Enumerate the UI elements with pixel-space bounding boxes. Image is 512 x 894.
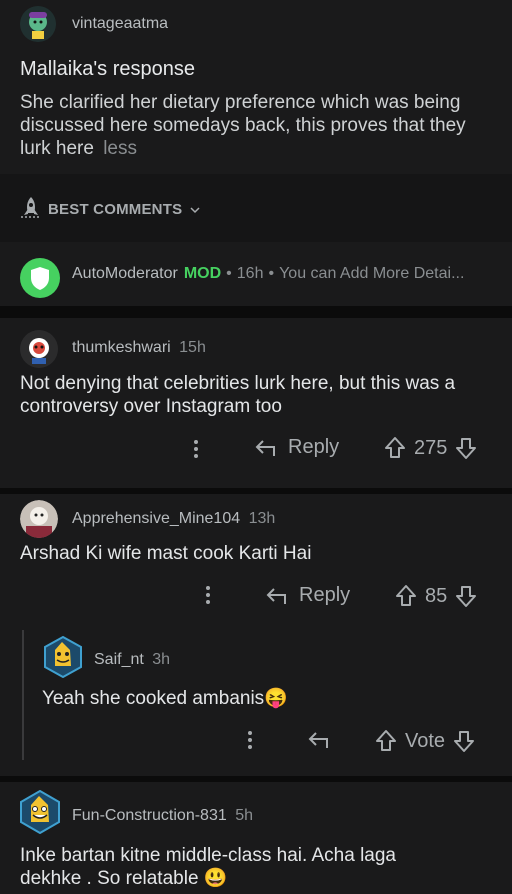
downvote-icon[interactable]: [455, 436, 477, 460]
comment-text-line: Not denying that celebrities lurk here, …: [20, 373, 456, 394]
reply-button[interactable]: Reply: [254, 436, 339, 459]
comment-time: 5h: [235, 807, 253, 824]
comment-author: Fun-Construction-831 5h: [72, 807, 253, 825]
reply-icon: [254, 437, 278, 459]
reply-label: Reply: [299, 584, 351, 606]
post-author-name[interactable]: vintageaatma: [72, 15, 168, 33]
more-options-icon[interactable]: [202, 584, 214, 611]
post-body: She clarified her dietary preference whi…: [20, 91, 500, 160]
comment-text: Not denying that celebrities lurk here, …: [20, 372, 500, 418]
thread-line: [22, 630, 24, 760]
comment-time: 13h: [248, 510, 276, 527]
comment-avatar[interactable]: [18, 790, 62, 834]
mod-badge: MOD: [183, 265, 222, 282]
post-title: Mallaika's response: [20, 58, 196, 80]
comment-author-name[interactable]: Apprehensive_Mine104: [72, 510, 240, 527]
reply-icon: [265, 585, 289, 607]
shield-icon: [31, 267, 49, 290]
automod-comment[interactable]: AutoModerator MOD • 16h • You can Add Mo…: [0, 242, 512, 306]
reply-button[interactable]: Reply: [265, 584, 350, 607]
sort-label: BEST COMMENTS: [48, 201, 183, 218]
chevron-down-icon: [190, 201, 200, 219]
more-options-icon[interactable]: [244, 729, 256, 756]
reply-author-name[interactable]: Saif_nt: [94, 651, 144, 668]
upvote-icon[interactable]: [395, 584, 417, 608]
automod-name[interactable]: AutoModerator: [72, 265, 178, 283]
comment-text: Arshad Ki wife mast cook Karti Hai: [20, 543, 312, 564]
comment-author: thumkeshwari 15h: [72, 339, 206, 357]
comment-time: 15h: [179, 339, 206, 356]
reply-button[interactable]: [307, 729, 331, 751]
comment-text: Inke bartan kitne middle-class hai. Acha…: [20, 844, 500, 890]
upvote-icon[interactable]: [384, 436, 406, 460]
comment-author: Apprehensive_Mine104 13h: [72, 510, 275, 528]
post-card: vintageaatma Mallaika's response She cla…: [0, 0, 512, 174]
rocket-icon: [20, 195, 42, 224]
reply-author: Saif_nt 3h: [94, 651, 170, 669]
vote-score: 85: [425, 584, 448, 607]
comment-author-name[interactable]: Fun-Construction-831: [72, 807, 227, 824]
sort-bar[interactable]: BEST COMMENTS: [20, 195, 200, 224]
vote-controls: 85: [395, 584, 477, 608]
dot-separator: •: [226, 265, 232, 282]
vote-controls: Vote: [375, 729, 475, 753]
comment-avatar[interactable]: [20, 330, 58, 368]
upvote-icon[interactable]: [375, 729, 397, 753]
automod-preview: You can Add More Detai...: [279, 265, 465, 282]
comment-avatar[interactable]: [20, 500, 58, 538]
comment-text-line: controversy over Instagram too: [20, 396, 282, 417]
more-options-icon[interactable]: [190, 438, 202, 465]
reply-icon: [307, 729, 331, 751]
reply-text: Yeah she cooked ambanis😝: [42, 688, 288, 709]
dot-separator: •: [268, 265, 275, 282]
downvote-icon[interactable]: [455, 584, 477, 608]
comment-apprehensive: Apprehensive_Mine104 13h Arshad Ki wife …: [0, 494, 512, 776]
comment-author-name[interactable]: thumkeshwari: [72, 339, 171, 356]
comment-thumkeshwari: thumkeshwari 15h Not denying that celebr…: [0, 318, 512, 488]
vote-controls: 275: [384, 436, 477, 460]
comment-text-line: Inke bartan kitne middle-class hai. Acha…: [20, 845, 396, 866]
reply-time: 3h: [152, 651, 171, 668]
downvote-icon[interactable]: [453, 729, 475, 753]
comment-text-line: dekhke . So relatable 😃: [20, 868, 228, 889]
vote-score: 275: [414, 436, 448, 459]
comment-separator: [0, 306, 512, 318]
post-author-avatar[interactable]: [20, 6, 56, 42]
reply-label: Reply: [288, 436, 340, 458]
automod-time: 16h: [236, 265, 264, 282]
automod-avatar: [20, 258, 60, 298]
comment-fun-construction: Fun-Construction-831 5h Inke bartan kitn…: [0, 782, 512, 894]
vote-label: Vote: [405, 729, 446, 752]
post-body-text: She clarified her dietary preference whi…: [20, 92, 466, 159]
reply-avatar[interactable]: [42, 636, 84, 678]
less-link[interactable]: less: [103, 138, 137, 159]
